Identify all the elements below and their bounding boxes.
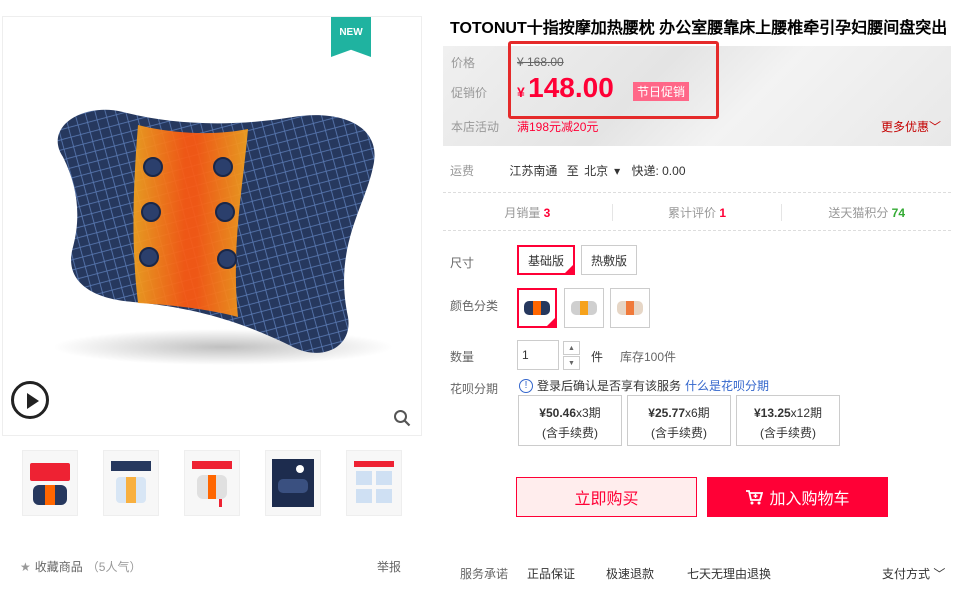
- thumbnail[interactable]: [103, 450, 159, 516]
- size-option-basic[interactable]: 基础版: [517, 245, 575, 275]
- promise-seven-day-return[interactable]: 七天无理由退换: [687, 565, 771, 582]
- color-label: 颜色分类: [450, 299, 499, 313]
- chevron-up-icon: ▲: [568, 344, 575, 352]
- chevron-down-icon: ﹀: [928, 120, 941, 134]
- favorite-label: 收藏商品: [34, 560, 83, 574]
- reviews-value: 1: [719, 206, 727, 220]
- dropdown-arrow-icon: ▾: [614, 164, 621, 178]
- activity-label: 本店活动: [451, 120, 500, 134]
- installment-amount: ¥25.77: [648, 406, 685, 420]
- zoom-icon[interactable]: [393, 409, 411, 427]
- monthly-sales-value: 3: [543, 206, 551, 220]
- monthly-sales: 月销量 3: [443, 204, 613, 221]
- divider: [443, 192, 951, 193]
- huabei-notice-text: 登录后确认是否享有该服务: [537, 379, 682, 393]
- ship-to-select[interactable]: 北京 ▾: [584, 164, 626, 178]
- chevron-down-icon: ﹀: [933, 567, 946, 581]
- chevron-down-icon: ▼: [568, 359, 575, 367]
- size-label: 尺寸: [450, 256, 475, 270]
- ship-to-word: 至: [566, 164, 579, 178]
- monthly-sales-label: 月销量: [504, 206, 541, 220]
- points-label: 送天猫积分: [828, 206, 889, 220]
- shipping-label: 运费: [450, 164, 475, 178]
- stock-count: 库存100件: [620, 350, 677, 364]
- total-reviews[interactable]: 累计评价 1: [613, 204, 783, 221]
- ship-to-value: 北京: [584, 164, 609, 178]
- installment-option-6[interactable]: ¥25.77x6期 (含手续费): [627, 395, 731, 446]
- thumbnail[interactable]: [265, 450, 321, 516]
- buy-now-button[interactable]: 立即购买: [516, 477, 697, 517]
- payment-methods-link[interactable]: 支付方式 ﹀: [882, 565, 945, 582]
- installment-periods: x6期: [685, 406, 710, 420]
- color-swatch-grey[interactable]: [564, 288, 604, 328]
- installment-periods: x3期: [576, 406, 601, 420]
- express-fee: 快递: 0.00: [631, 164, 686, 178]
- payment-methods-label: 支付方式: [882, 567, 931, 581]
- add-to-cart-button[interactable]: 加入购物车: [707, 477, 888, 517]
- service-promise-label: 服务承诺: [460, 567, 509, 581]
- lumbar-pillow-image: [53, 109, 393, 365]
- tmall-points: 送天猫积分 74: [782, 204, 951, 221]
- more-discounts-link[interactable]: 更多优惠﹀: [881, 118, 941, 135]
- report-link[interactable]: 举报: [377, 558, 401, 575]
- color-swatch-blue[interactable]: [517, 288, 557, 328]
- thumbnail[interactable]: [184, 450, 240, 516]
- star-icon: ★: [20, 559, 31, 574]
- installment-amount: ¥50.46: [539, 406, 576, 420]
- quantity-input[interactable]: [517, 340, 559, 370]
- quantity-unit: 件: [591, 350, 604, 364]
- color-swatch-beige[interactable]: [610, 288, 650, 328]
- divider: [443, 230, 951, 231]
- size-option-heating[interactable]: 热敷版: [581, 245, 637, 275]
- price-label: 价格: [451, 56, 476, 70]
- promo-price-label: 促销价: [451, 86, 488, 100]
- promise-fast-refund[interactable]: 极速退款: [606, 565, 654, 582]
- huabei-notice: ! 登录后确认是否享有该服务 什么是花呗分期: [519, 377, 769, 394]
- add-to-cart-label: 加入购物车: [769, 491, 850, 508]
- installment-periods: x12期: [790, 406, 823, 420]
- installment-option-12[interactable]: ¥13.25x12期 (含手续费): [736, 395, 840, 446]
- reviews-label: 累计评价: [667, 206, 716, 220]
- installment-amount: ¥13.25: [753, 406, 791, 420]
- installment-fee: (含手续费): [651, 426, 707, 440]
- shipping-row: 运费 江苏南通 至 北京 ▾ 快递: 0.00: [450, 162, 950, 179]
- thumbnail-strip: [22, 450, 402, 516]
- huabei-help-link[interactable]: 什么是花呗分期: [685, 377, 769, 394]
- main-product-image[interactable]: NEW: [2, 16, 422, 436]
- quantity-increase-button[interactable]: ▲: [563, 341, 580, 355]
- store-activity: 满198元减20元: [517, 120, 599, 134]
- price-highlight-box: [508, 41, 719, 119]
- points-value: 74: [891, 206, 906, 220]
- quantity-decrease-button[interactable]: ▼: [563, 356, 580, 370]
- ship-from: 江苏南通: [509, 164, 558, 178]
- cart-icon: [746, 490, 764, 505]
- more-discounts-label: 更多优惠: [880, 120, 929, 134]
- promise-genuine[interactable]: 正品保证: [527, 565, 575, 582]
- installment-fee: (含手续费): [760, 426, 816, 440]
- favorite-button[interactable]: ★ 收藏商品 （5人气）: [20, 558, 141, 575]
- product-title: TOTONUT十指按摩加热腰枕 办公室腰靠床上腰椎牵引孕妇腰间盘突出: [450, 20, 948, 37]
- installment-fee: (含手续费): [542, 426, 598, 440]
- thumbnail[interactable]: [346, 450, 402, 516]
- quantity-label: 数量: [450, 350, 475, 364]
- stats-row: 月销量 3 累计评价 1 送天猫积分 74: [443, 204, 951, 221]
- installment-option-3[interactable]: ¥50.46x3期 (含手续费): [518, 395, 622, 446]
- huabei-label: 花呗分期: [450, 382, 499, 396]
- play-video-icon[interactable]: [11, 381, 49, 419]
- popularity-count: （5人气）: [86, 560, 142, 574]
- info-icon: !: [519, 378, 533, 393]
- thumbnail[interactable]: [22, 450, 78, 516]
